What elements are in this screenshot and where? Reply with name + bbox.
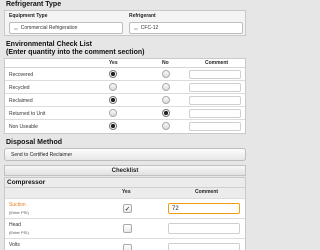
col-yes: Yes: [109, 60, 118, 66]
col-no: No: [162, 60, 169, 66]
list-item: Recycled: [5, 81, 245, 94]
refrigerant-value: CFC-12: [140, 25, 159, 31]
comment-input[interactable]: [189, 83, 241, 92]
item-label: Head: [9, 222, 21, 228]
table-row: Head (Enter PSI): [5, 218, 245, 238]
env-checklist-title: Environmental Check List (Enter quantity…: [6, 41, 144, 57]
suction-value: 72: [172, 205, 179, 212]
refrigerant-type-panel: Equipment Type Refrigerant ▭ Commercial …: [4, 10, 246, 36]
list-item: Reclaimed: [5, 94, 245, 107]
divider: [5, 187, 245, 188]
disposal-method-value: Send to Certified Reclaimer: [11, 151, 73, 158]
suction-input[interactable]: 72: [168, 203, 240, 214]
comment-input[interactable]: [189, 70, 241, 79]
refrigerant-label: Refrigerant: [129, 13, 156, 19]
row-label: Recycled: [9, 85, 30, 91]
disposal-method-title: Disposal Method: [6, 139, 63, 146]
col-comment: Comment: [205, 60, 229, 66]
col-comment: Comment: [195, 189, 219, 195]
checkbox-checked[interactable]: ✓: [123, 204, 132, 213]
comment-input[interactable]: [189, 122, 241, 131]
col-yes: Yes: [122, 189, 131, 195]
field-icon: ▭: [134, 25, 138, 31]
volts-input[interactable]: [168, 243, 240, 250]
row-label: Recovered: [9, 72, 34, 78]
radio-no[interactable]: [162, 122, 170, 130]
list-item: Returned to Unit: [5, 107, 245, 120]
row-label: Reclaimed: [9, 98, 33, 104]
env-checklist-title-line2: (Enter quantity into the comment section…: [6, 49, 145, 56]
checkbox[interactable]: [123, 244, 132, 250]
item-sub: (Enter PSI): [9, 230, 29, 235]
refrigerant-field[interactable]: ▭ CFC-12: [129, 22, 243, 34]
radio-no[interactable]: [162, 83, 170, 91]
equipment-type-value: Commercial Refrigeration: [20, 25, 78, 31]
radio-yes[interactable]: [109, 70, 117, 78]
env-checklist-title-line1: Environmental Check List: [6, 41, 92, 48]
radio-yes[interactable]: [109, 83, 117, 91]
env-checklist-table: Yes No Comment Recovered Recycled Reclai…: [4, 58, 246, 134]
head-input[interactable]: [168, 223, 240, 234]
list-item: Recovered: [5, 68, 245, 81]
item-sub: (Enter PSI): [9, 210, 29, 215]
equipment-type-label: Equipment Type: [9, 13, 48, 19]
item-label: Suction: [9, 202, 26, 208]
comment-input[interactable]: [189, 96, 241, 105]
refrigerant-type-title: Refrigerant Type: [6, 1, 62, 8]
radio-no[interactable]: [162, 109, 170, 117]
radio-yes[interactable]: [109, 122, 117, 130]
item-label: Volts: [9, 242, 20, 248]
disposal-method-select[interactable]: Send to Certified Reclaimer: [4, 148, 246, 161]
radio-yes[interactable]: [109, 109, 117, 117]
radio-no[interactable]: [162, 96, 170, 104]
equipment-type-field[interactable]: ▭ Commercial Refrigeration: [9, 22, 123, 34]
row-label: Non Useable: [9, 124, 38, 130]
compressor-title: Compressor: [7, 179, 46, 186]
field-icon: ▭: [14, 25, 18, 31]
table-row: Volts: [5, 238, 245, 250]
list-item: Non Useable: [5, 120, 245, 133]
compressor-panel: Compressor Yes Comment Suction (Enter PS…: [4, 177, 246, 250]
table-row: Suction (Enter PSI) ✓ 72: [5, 198, 245, 218]
checkbox[interactable]: [123, 224, 132, 233]
radio-no[interactable]: [162, 70, 170, 78]
radio-yes[interactable]: [109, 96, 117, 104]
tab-checklist[interactable]: Checklist: [4, 165, 246, 176]
comment-input[interactable]: [189, 109, 241, 118]
row-label: Returned to Unit: [9, 111, 46, 117]
